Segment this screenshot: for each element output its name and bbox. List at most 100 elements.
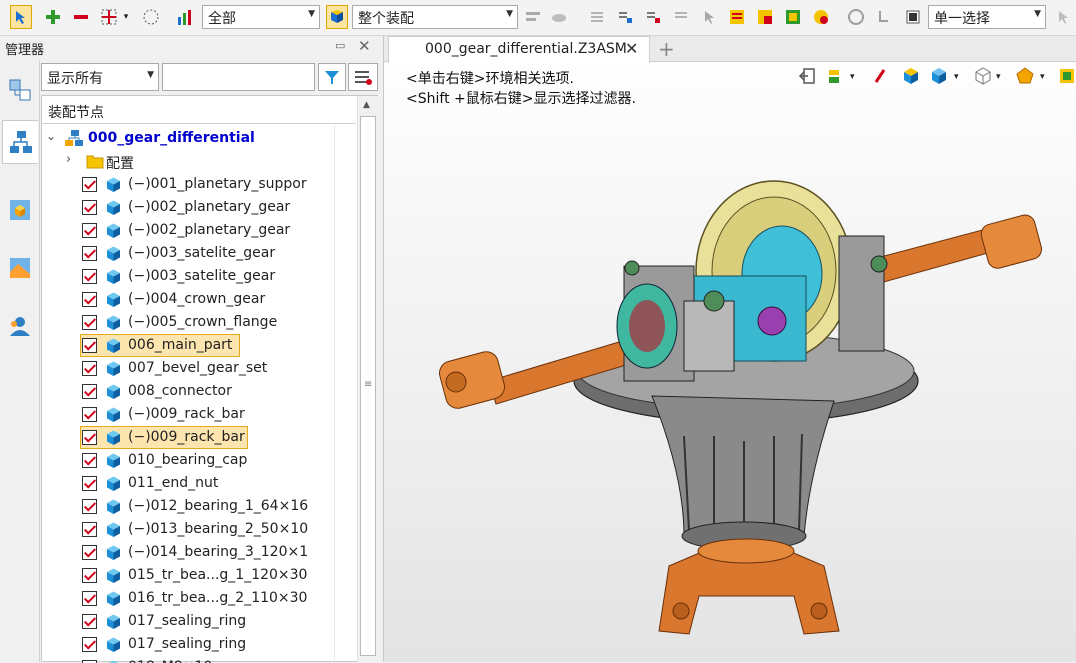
visibility-checkbox[interactable]: [82, 522, 97, 537]
part-cube-icon: [105, 613, 122, 630]
visibility-checkbox[interactable]: [82, 637, 97, 652]
filter-list-icon[interactable]: [348, 63, 378, 91]
part-cube-icon: [105, 636, 122, 653]
visibility-checkbox[interactable]: [82, 292, 97, 307]
differential-model[interactable]: [384, 36, 1076, 662]
tree-root-row[interactable]: ⌄ 000_gear_differential: [42, 127, 356, 150]
tree-item-row[interactable]: (−)009_rack_bar: [42, 403, 356, 426]
visibility-checkbox[interactable]: [82, 246, 97, 261]
add-icon[interactable]: [42, 5, 64, 29]
compass-icon[interactable]: [845, 5, 867, 29]
tree-item-row[interactable]: (−)003_satelite_gear: [42, 265, 356, 288]
tree-item-row[interactable]: (−)013_bearing_2_50×10: [42, 518, 356, 541]
tree-item-row[interactable]: (−)009_rack_bar: [42, 426, 356, 449]
user-tab-icon[interactable]: [2, 304, 38, 348]
filter-row: 显示所有 ▼: [41, 63, 382, 93]
remove-icon[interactable]: [70, 5, 92, 29]
tree-scrollbar[interactable]: ▲ ≡: [357, 96, 378, 662]
selection-mode-select[interactable]: 单一选择 ▼: [928, 5, 1046, 29]
hide-icon[interactable]: [548, 5, 570, 29]
tree-item-row[interactable]: 010_bearing_cap: [42, 449, 356, 472]
tool-d-icon[interactable]: [670, 5, 692, 29]
part-cube-icon: [105, 567, 122, 584]
tree-item-row[interactable]: (−)012_bearing_1_64×16: [42, 495, 356, 518]
visibility-checkbox[interactable]: [82, 545, 97, 560]
tree-item-row[interactable]: (−)003_satelite_gear: [42, 242, 356, 265]
tool-a-icon[interactable]: [586, 5, 608, 29]
history-tab-icon[interactable]: [2, 68, 38, 112]
tree-item-row[interactable]: (−)001_planetary_suppor: [42, 173, 356, 196]
visibility-checkbox[interactable]: [82, 499, 97, 514]
pick-tool-icon[interactable]: [10, 5, 32, 29]
cursor-icon[interactable]: [698, 5, 720, 29]
visibility-checkbox[interactable]: [82, 384, 97, 399]
visibility-checkbox[interactable]: [82, 476, 97, 491]
visibility-checkbox[interactable]: [82, 407, 97, 422]
visibility-checkbox[interactable]: [82, 223, 97, 238]
filter-funnel-icon[interactable]: [318, 63, 346, 91]
tree-item-row[interactable]: 016_tr_bea...g_2_110×30: [42, 587, 356, 610]
filter-chart-icon[interactable]: [175, 5, 197, 29]
tree-search-input[interactable]: [162, 63, 315, 91]
tree-item-row[interactable]: (−)004_crown_gear: [42, 288, 356, 311]
visibility-checkbox[interactable]: [82, 269, 97, 284]
yoke-hole-right: [810, 602, 828, 620]
tree-item-row[interactable]: (−)014_bearing_3_120×1: [42, 541, 356, 564]
select-cursor-icon[interactable]: [1052, 5, 1074, 29]
visibility-checkbox[interactable]: [82, 591, 97, 606]
scroll-up-icon[interactable]: ▲: [363, 100, 370, 110]
part-cube-icon: [105, 268, 122, 285]
selection-mode-value: 单一选择: [934, 11, 990, 27]
chevron-down-icon: ▼: [147, 70, 154, 80]
tree-item-row[interactable]: (−)005_crown_flange: [42, 311, 356, 334]
box-select-dropdown-icon[interactable]: ▾: [120, 5, 132, 29]
main-toolbar: ▾ 全部 ▼ 整个装配 ▼ 单一选择 ▼: [0, 0, 1076, 36]
lasso-select-icon[interactable]: [140, 5, 162, 29]
tree-item-row[interactable]: 011_end_nut: [42, 472, 356, 495]
visibility-checkbox[interactable]: [82, 430, 97, 445]
tree-item-row[interactable]: 017_sealing_ring: [42, 610, 356, 633]
visibility-checkbox[interactable]: [82, 361, 97, 376]
tree-item-row[interactable]: 015_tr_bea...g_1_120×30: [42, 564, 356, 587]
visibility-checkbox[interactable]: [82, 568, 97, 583]
tree-item-row[interactable]: (−)002_planetary_gear: [42, 196, 356, 219]
visibility-checkbox[interactable]: [82, 200, 97, 215]
color-icon[interactable]: [810, 5, 832, 29]
display-filter-dropdown[interactable]: 显示所有 ▼: [41, 63, 159, 91]
assembly-icon[interactable]: [326, 5, 348, 29]
visibility-checkbox[interactable]: [82, 177, 97, 192]
visibility-checkbox[interactable]: [82, 453, 97, 468]
yoke-hole-left: [672, 602, 690, 620]
tree-item-row[interactable]: (−)002_planetary_gear: [42, 219, 356, 242]
visibility-checkbox[interactable]: [82, 315, 97, 330]
grip-icon: ≡: [364, 379, 373, 390]
visibility-checkbox[interactable]: [82, 338, 97, 353]
visibility-checkbox[interactable]: [82, 614, 97, 629]
tree-item-row[interactable]: 006_main_part: [42, 334, 356, 357]
close-panel-icon[interactable]: ✕: [358, 37, 371, 55]
scroll-thumb[interactable]: ≡: [360, 116, 376, 656]
chevron-down-icon[interactable]: ⌄: [46, 129, 56, 143]
tool-b-icon[interactable]: [614, 5, 636, 29]
box-select-icon[interactable]: [98, 5, 120, 29]
view-tab-icon[interactable]: [2, 246, 38, 290]
list-icon[interactable]: [726, 5, 748, 29]
report-icon[interactable]: [754, 5, 776, 29]
graphics-viewport[interactable]: 000_gear_differential.Z3ASM ✕ + <单击右键>环境…: [383, 36, 1076, 662]
assembly-tab-icon[interactable]: [2, 120, 38, 164]
part-tab-icon[interactable]: [2, 188, 38, 232]
hook-icon[interactable]: [873, 5, 895, 29]
stop-icon[interactable]: [902, 5, 924, 29]
tree-item-row[interactable]: 017_sealing_ring: [42, 633, 356, 656]
tree-config-row[interactable]: › 配置: [42, 150, 356, 173]
part-cube-icon: [105, 452, 122, 469]
tree-item-row[interactable]: 008_connector: [42, 380, 356, 403]
filter-select[interactable]: 全部 ▼: [202, 5, 320, 29]
chevron-right-icon[interactable]: ›: [66, 152, 71, 167]
restore-icon[interactable]: ▭: [335, 39, 345, 52]
assembly-select[interactable]: 整个装配 ▼: [352, 5, 518, 29]
tree-item-row[interactable]: 007_bevel_gear_set: [42, 357, 356, 380]
tool-c-icon[interactable]: [642, 5, 664, 29]
component-icon[interactable]: [782, 5, 804, 29]
align-icon[interactable]: [522, 5, 544, 29]
